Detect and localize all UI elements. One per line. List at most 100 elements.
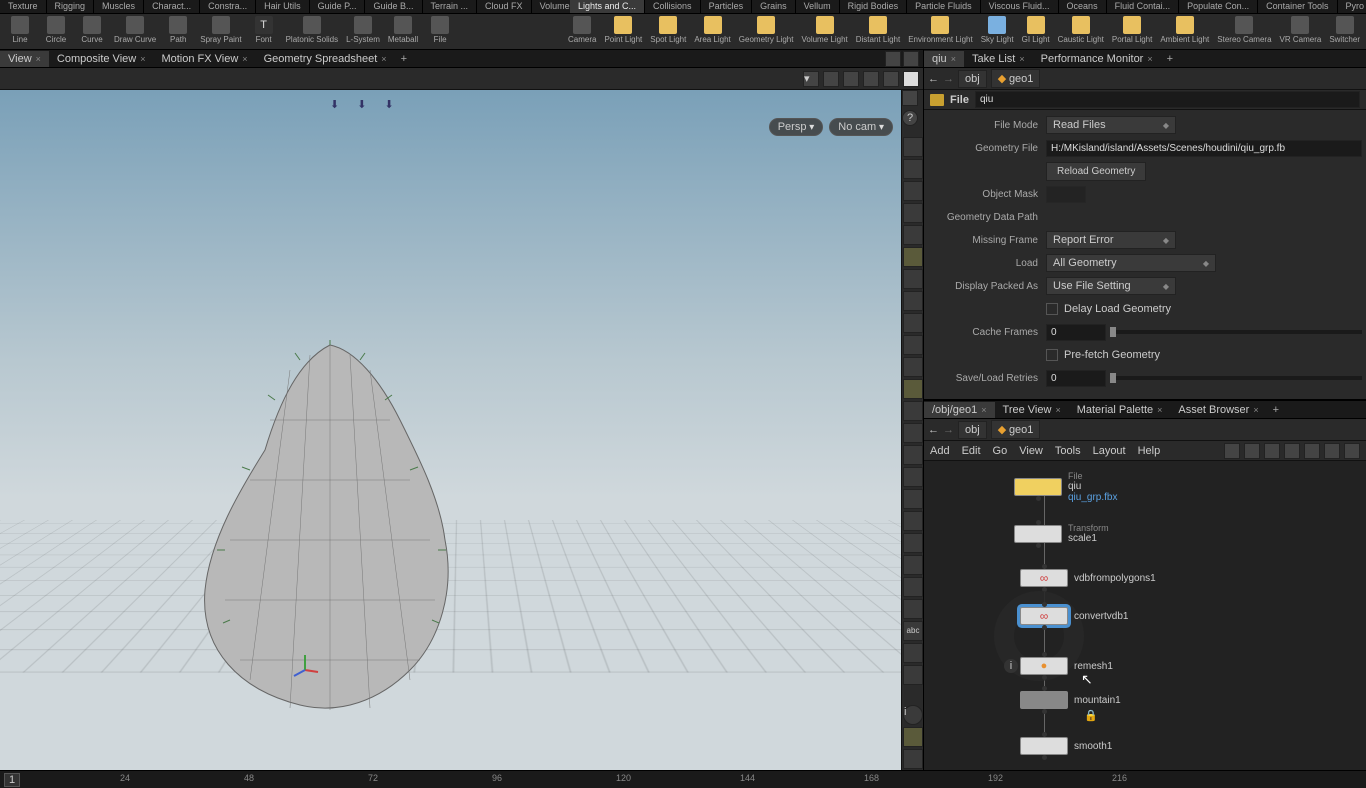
menu-tools[interactable]: Tools	[1055, 445, 1081, 457]
shelf-tab[interactable]: Collisions	[645, 0, 701, 13]
tab-node[interactable]: qiu×	[924, 51, 964, 67]
display-toggle[interactable]: abc	[903, 621, 923, 641]
prefetch-checkbox[interactable]	[1046, 349, 1058, 361]
node-smooth[interactable]: smooth1	[1020, 737, 1112, 755]
reload-button[interactable]: Reload Geometry	[1046, 162, 1146, 181]
close-icon[interactable]: ×	[1157, 405, 1162, 415]
shelf-tab[interactable]: Viscous Fluid...	[981, 0, 1059, 13]
geolight-tool[interactable]: Geometry Light	[735, 15, 798, 45]
viewport-option-icon[interactable]	[843, 71, 859, 87]
display-toggle[interactable]	[903, 291, 923, 311]
shelf-tab[interactable]: Particles	[701, 0, 753, 13]
shelf-tab[interactable]: Texture	[0, 0, 47, 13]
switcher-tool[interactable]: Switcher	[1325, 15, 1364, 45]
shelf-tab[interactable]: Particle Fluids	[907, 0, 981, 13]
shelf-tab[interactable]: Guide P...	[310, 0, 366, 13]
shelf-tab[interactable]: Guide B...	[365, 0, 422, 13]
circle-tool[interactable]: Circle	[38, 15, 74, 45]
close-icon[interactable]: ×	[36, 54, 41, 64]
display-toggle[interactable]	[903, 313, 923, 333]
tab-geospreadsheet[interactable]: Geometry Spreadsheet×	[256, 51, 395, 67]
info-icon[interactable]: i	[903, 705, 923, 725]
tab-takelist[interactable]: Take List×	[964, 51, 1033, 67]
shelf-tab[interactable]: Terrain ...	[423, 0, 478, 13]
vrcam-tool[interactable]: VR Camera	[1276, 15, 1326, 45]
curve-tool[interactable]: Curve	[74, 15, 110, 45]
shelf-tab[interactable]: Pyro FX	[1338, 0, 1366, 13]
close-icon[interactable]: ×	[981, 405, 986, 415]
gilight-tool[interactable]: GI Light	[1018, 15, 1054, 45]
path-geo1[interactable]: ◆ geo1	[991, 420, 1041, 439]
shelf-tab[interactable]: Vellum	[796, 0, 840, 13]
tab-treeview[interactable]: Tree View×	[995, 402, 1069, 418]
display-opts-icon[interactable]	[902, 90, 918, 106]
path-obj[interactable]: obj	[958, 421, 987, 439]
viewport-option-icon[interactable]: ▾	[803, 71, 819, 87]
node-scale1[interactable]: Transformscale1	[1014, 523, 1109, 544]
tab-composite[interactable]: Composite View×	[49, 51, 154, 67]
path-geo1[interactable]: ◆ geo1	[991, 69, 1041, 88]
node-convertvdb[interactable]: ∞ convertvdb1	[1020, 607, 1128, 625]
net-tool-icon[interactable]	[1324, 443, 1340, 459]
display-toggle[interactable]	[903, 467, 923, 487]
snap-icon[interactable]: ⬇	[357, 98, 366, 111]
net-tool-icon[interactable]	[1304, 443, 1320, 459]
close-icon[interactable]: ×	[951, 54, 956, 64]
load-dropdown[interactable]: All Geometry◆	[1046, 254, 1216, 272]
close-icon[interactable]: ×	[1147, 54, 1152, 64]
node-remesh[interactable]: i ● remesh1	[1020, 657, 1113, 675]
path-obj[interactable]: obj	[958, 70, 987, 88]
viewport-option-icon[interactable]	[863, 71, 879, 87]
forward-icon[interactable]: →	[943, 424, 954, 436]
metaball-tool[interactable]: Metaball	[384, 15, 422, 45]
network-canvas[interactable]: Fileqiuqiu_grp.fbx Transformscale1 ∞ vdb…	[924, 461, 1366, 770]
volumelight-tool[interactable]: Distant Light	[852, 15, 904, 45]
shelf-tab[interactable]: Oceans	[1059, 0, 1107, 13]
net-tool-icon[interactable]	[1224, 443, 1240, 459]
skylight-tool[interactable]: Sky Light	[977, 15, 1018, 45]
camera-dropdown[interactable]: No cam ▾	[829, 118, 893, 136]
menu-go[interactable]: Go	[993, 445, 1008, 457]
camera-tool[interactable]: Camera	[564, 15, 600, 45]
tab-matpalette[interactable]: Material Palette×	[1069, 402, 1171, 418]
menu-edit[interactable]: Edit	[962, 445, 981, 457]
node-mountain[interactable]: mountain1	[1020, 691, 1121, 709]
display-toggle[interactable]	[903, 401, 923, 421]
viewport-option-icon[interactable]	[883, 71, 899, 87]
shelf-tab[interactable]: Populate Con...	[1179, 0, 1258, 13]
tab-network[interactable]: /obj/geo1×	[924, 402, 995, 418]
display-toggle[interactable]	[903, 643, 923, 663]
pane-layout-icon[interactable]	[903, 51, 919, 67]
platonic-tool[interactable]: Platonic Solids	[282, 15, 342, 45]
help-icon[interactable]: ?	[902, 110, 918, 126]
tab-perfmon[interactable]: Performance Monitor×	[1033, 51, 1161, 67]
back-icon[interactable]: ←	[928, 424, 939, 436]
display-toggle[interactable]	[903, 357, 923, 377]
cacheframes-slider[interactable]	[1110, 330, 1362, 334]
node-vdbfrompolygons[interactable]: ∞ vdbfrompolygons1	[1020, 569, 1156, 587]
display-toggle[interactable]	[903, 335, 923, 355]
close-icon[interactable]: ×	[1055, 405, 1060, 415]
viewport[interactable]: ⬇ ⬇ ⬇ Persp ▾ No cam ▾	[0, 90, 923, 770]
file-tool[interactable]: File	[422, 15, 458, 45]
snap-icon[interactable]: ⬇	[330, 98, 339, 111]
add-tab-icon[interactable]: +	[1267, 404, 1285, 416]
menu-help[interactable]: Help	[1138, 445, 1161, 457]
display-toggle[interactable]	[903, 599, 923, 619]
persp-dropdown[interactable]: Persp ▾	[769, 118, 824, 136]
forward-icon[interactable]: →	[943, 73, 954, 85]
close-icon[interactable]: ×	[242, 54, 247, 64]
viewport-option-icon[interactable]	[903, 71, 919, 87]
display-toggle[interactable]	[903, 379, 923, 399]
display-toggle[interactable]	[903, 489, 923, 509]
menu-view[interactable]: View	[1019, 445, 1043, 457]
menu-add[interactable]: Add	[930, 445, 950, 457]
cacheframes-field[interactable]	[1046, 324, 1106, 341]
stereocam-tool[interactable]: Stereo Camera	[1213, 15, 1275, 45]
line-tool[interactable]: Line	[2, 15, 38, 45]
display-toggle[interactable]	[903, 555, 923, 575]
node-qiu[interactable]: Fileqiuqiu_grp.fbx	[1014, 471, 1117, 503]
spraypaint-tool[interactable]: Spray Paint	[196, 15, 245, 45]
net-tool-icon[interactable]	[1344, 443, 1360, 459]
close-icon[interactable]: ×	[140, 54, 145, 64]
